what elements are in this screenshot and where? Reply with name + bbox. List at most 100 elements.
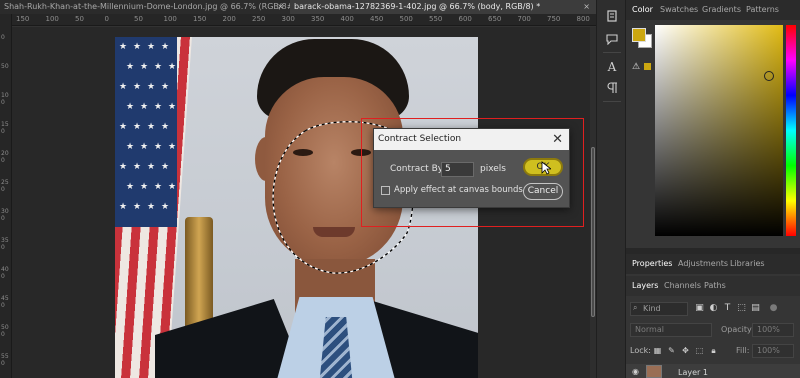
ruler-tick-label: 350	[1, 237, 9, 251]
apply-effect-checkbox[interactable]	[381, 186, 390, 195]
lock-all-icon[interactable]: 🔒︎	[708, 345, 719, 356]
tab-adjustments[interactable]: Adjustments	[678, 254, 728, 274]
ruler-tick-label: 200	[1, 150, 9, 164]
tab-gradients[interactable]: Gradients	[702, 0, 741, 20]
divider	[603, 101, 621, 102]
comments-icon[interactable]	[603, 31, 621, 47]
ruler-tick-label: 400	[340, 15, 354, 23]
character-icon[interactable]: A	[603, 59, 621, 75]
ruler-tick-label: 200	[222, 15, 236, 23]
ruler-tick-label: 250	[252, 15, 266, 23]
tab-channels[interactable]: Channels	[664, 276, 701, 296]
lock-image-pixels-icon[interactable]: ✎	[666, 345, 677, 356]
ruler-tick-label: 600	[458, 15, 472, 23]
filter-smart-object-icon[interactable]: ▤	[750, 302, 761, 314]
document-tab-barack-obama[interactable]: barack-obama-12782369-1-402.jpg @ 66.7% …	[290, 0, 596, 14]
layer-thumbnail[interactable]	[646, 365, 662, 378]
ruler-tick-label: 550	[429, 15, 443, 23]
ruler-vertical[interactable]: 050100150200250300350400450500550600	[0, 14, 12, 378]
ruler-tick-label: 500	[399, 15, 413, 23]
right-panel-dock: Color Swatches Gradients Patterns ⚠ Prop…	[626, 0, 800, 378]
ruler-tick-label: 800	[576, 15, 590, 23]
history-icon[interactable]	[603, 8, 621, 24]
ruler-tick-label: 50	[134, 15, 143, 23]
mouse-cursor-icon	[541, 161, 551, 175]
document-tab-shah-rukh[interactable]: Shah-Rukh-Khan-at-the-Millennium-Dome-Lo…	[0, 0, 290, 14]
kind-label: Kind	[643, 304, 661, 313]
filter-shape-icon[interactable]: ⬚	[736, 302, 747, 314]
panel-icon-strip: A	[596, 0, 626, 378]
search-icon: ⌕	[633, 303, 638, 312]
ruler-tick-label: 250	[1, 179, 9, 193]
filter-type-icon[interactable]: T	[722, 302, 733, 314]
layer-name[interactable]: Layer 1	[678, 368, 708, 377]
eye-icon[interactable]: ◉	[632, 367, 639, 376]
filter-toggle-icon[interactable]: ●	[768, 302, 779, 314]
color-picker-field[interactable]	[655, 25, 783, 236]
tab-layers[interactable]: Layers	[632, 276, 658, 296]
unit-label: pixels	[480, 164, 506, 174]
blend-mode-select[interactable]: Normal	[630, 323, 712, 337]
ruler-tick-label: 700	[517, 15, 531, 23]
close-tab-icon[interactable]: ×	[583, 0, 590, 14]
paragraph-icon[interactable]	[603, 80, 621, 96]
ruler-tick-label: 100	[1, 92, 9, 106]
lock-transparent-pixels-icon[interactable]: ▦	[652, 345, 663, 356]
filter-pixel-icon[interactable]: ▣	[694, 302, 705, 314]
contract-by-input[interactable]: 5	[441, 162, 474, 177]
lock-position-icon[interactable]: ✥	[680, 345, 691, 356]
lock-label: Lock:	[630, 346, 651, 355]
hue-slider[interactable]	[786, 25, 796, 236]
ruler-tick-label: 50	[1, 63, 9, 70]
ruler-tick-label: 100	[45, 15, 59, 23]
tab-color[interactable]: Color	[632, 0, 653, 20]
ruler-tick-label: 50	[75, 15, 84, 23]
close-tab-icon[interactable]: ×	[277, 0, 284, 14]
contract-by-label: Contract By:	[390, 164, 446, 174]
ruler-tick-label: 450	[1, 295, 9, 309]
ruler-tick-label: 150	[1, 121, 9, 135]
scrollbar-thumb[interactable]	[591, 147, 595, 317]
ruler-tick-label: 500	[1, 324, 9, 338]
color-panel-tabs: Color Swatches Gradients Patterns	[626, 0, 800, 20]
tab-paths[interactable]: Paths	[704, 276, 726, 296]
ruler-tick-label: 100	[163, 15, 177, 23]
ruler-tick-label: 300	[281, 15, 295, 23]
document-tab-title: Shah-Rukh-Khan-at-the-Millennium-Dome-Lo…	[4, 2, 290, 11]
picker-cursor[interactable]	[764, 71, 774, 81]
fill-label: Fill:	[736, 346, 750, 355]
out-of-gamut-warning-icon[interactable]: ⚠	[632, 62, 640, 72]
layer-filter-kind-select[interactable]: Kind	[630, 302, 688, 316]
ruler-tick-label: 550	[1, 353, 9, 367]
tab-swatches[interactable]: Swatches	[660, 0, 698, 20]
divider	[603, 52, 621, 53]
ruler-tick-label: 150	[16, 15, 30, 23]
foreground-color-swatch[interactable]	[632, 28, 646, 42]
ruler-tick-label: 300	[1, 208, 9, 222]
opacity-label: Opacity:	[721, 325, 754, 334]
document-tabbar: Shah-Rukh-Khan-at-the-Millennium-Dome-Lo…	[0, 0, 596, 14]
gamut-color-swatch[interactable]	[644, 63, 651, 70]
close-icon[interactable]: ✕	[552, 129, 563, 150]
document-tab-title: barack-obama-12782369-1-402.jpg @ 66.7% …	[294, 2, 541, 11]
cancel-button[interactable]: Cancel	[523, 183, 563, 200]
tab-patterns[interactable]: Patterns	[746, 0, 779, 20]
ruler-tick-label: 0	[104, 15, 109, 23]
ruler-horizontal[interactable]: 150 100 50 0 50 100 150 200 250 300 350 400 450 500 55…	[12, 14, 596, 26]
lock-artboard-icon[interactable]: ⬚	[694, 345, 705, 356]
ruler-tick-label: 750	[547, 15, 561, 23]
filter-adjustment-icon[interactable]: ◐	[708, 302, 719, 314]
opacity-input[interactable]: 100%	[752, 323, 794, 337]
ruler-tick-label: 650	[488, 15, 502, 23]
properties-panel-tabs: Properties Adjustments Libraries	[626, 254, 800, 274]
tab-libraries[interactable]: Libraries	[730, 254, 765, 274]
apply-effect-label: Apply effect at canvas bounds	[394, 185, 523, 195]
ruler-tick-label: 0	[1, 34, 5, 41]
fill-input[interactable]: 100%	[752, 344, 794, 358]
dialog-title: Contract Selection	[374, 129, 569, 150]
ruler-tick-label: 450	[370, 15, 384, 23]
ruler-tick-label: 350	[311, 15, 325, 23]
tab-properties[interactable]: Properties	[632, 254, 672, 274]
layers-panel-tabs: Layers Channels Paths	[626, 276, 800, 296]
ruler-tick-label: 400	[1, 266, 9, 280]
